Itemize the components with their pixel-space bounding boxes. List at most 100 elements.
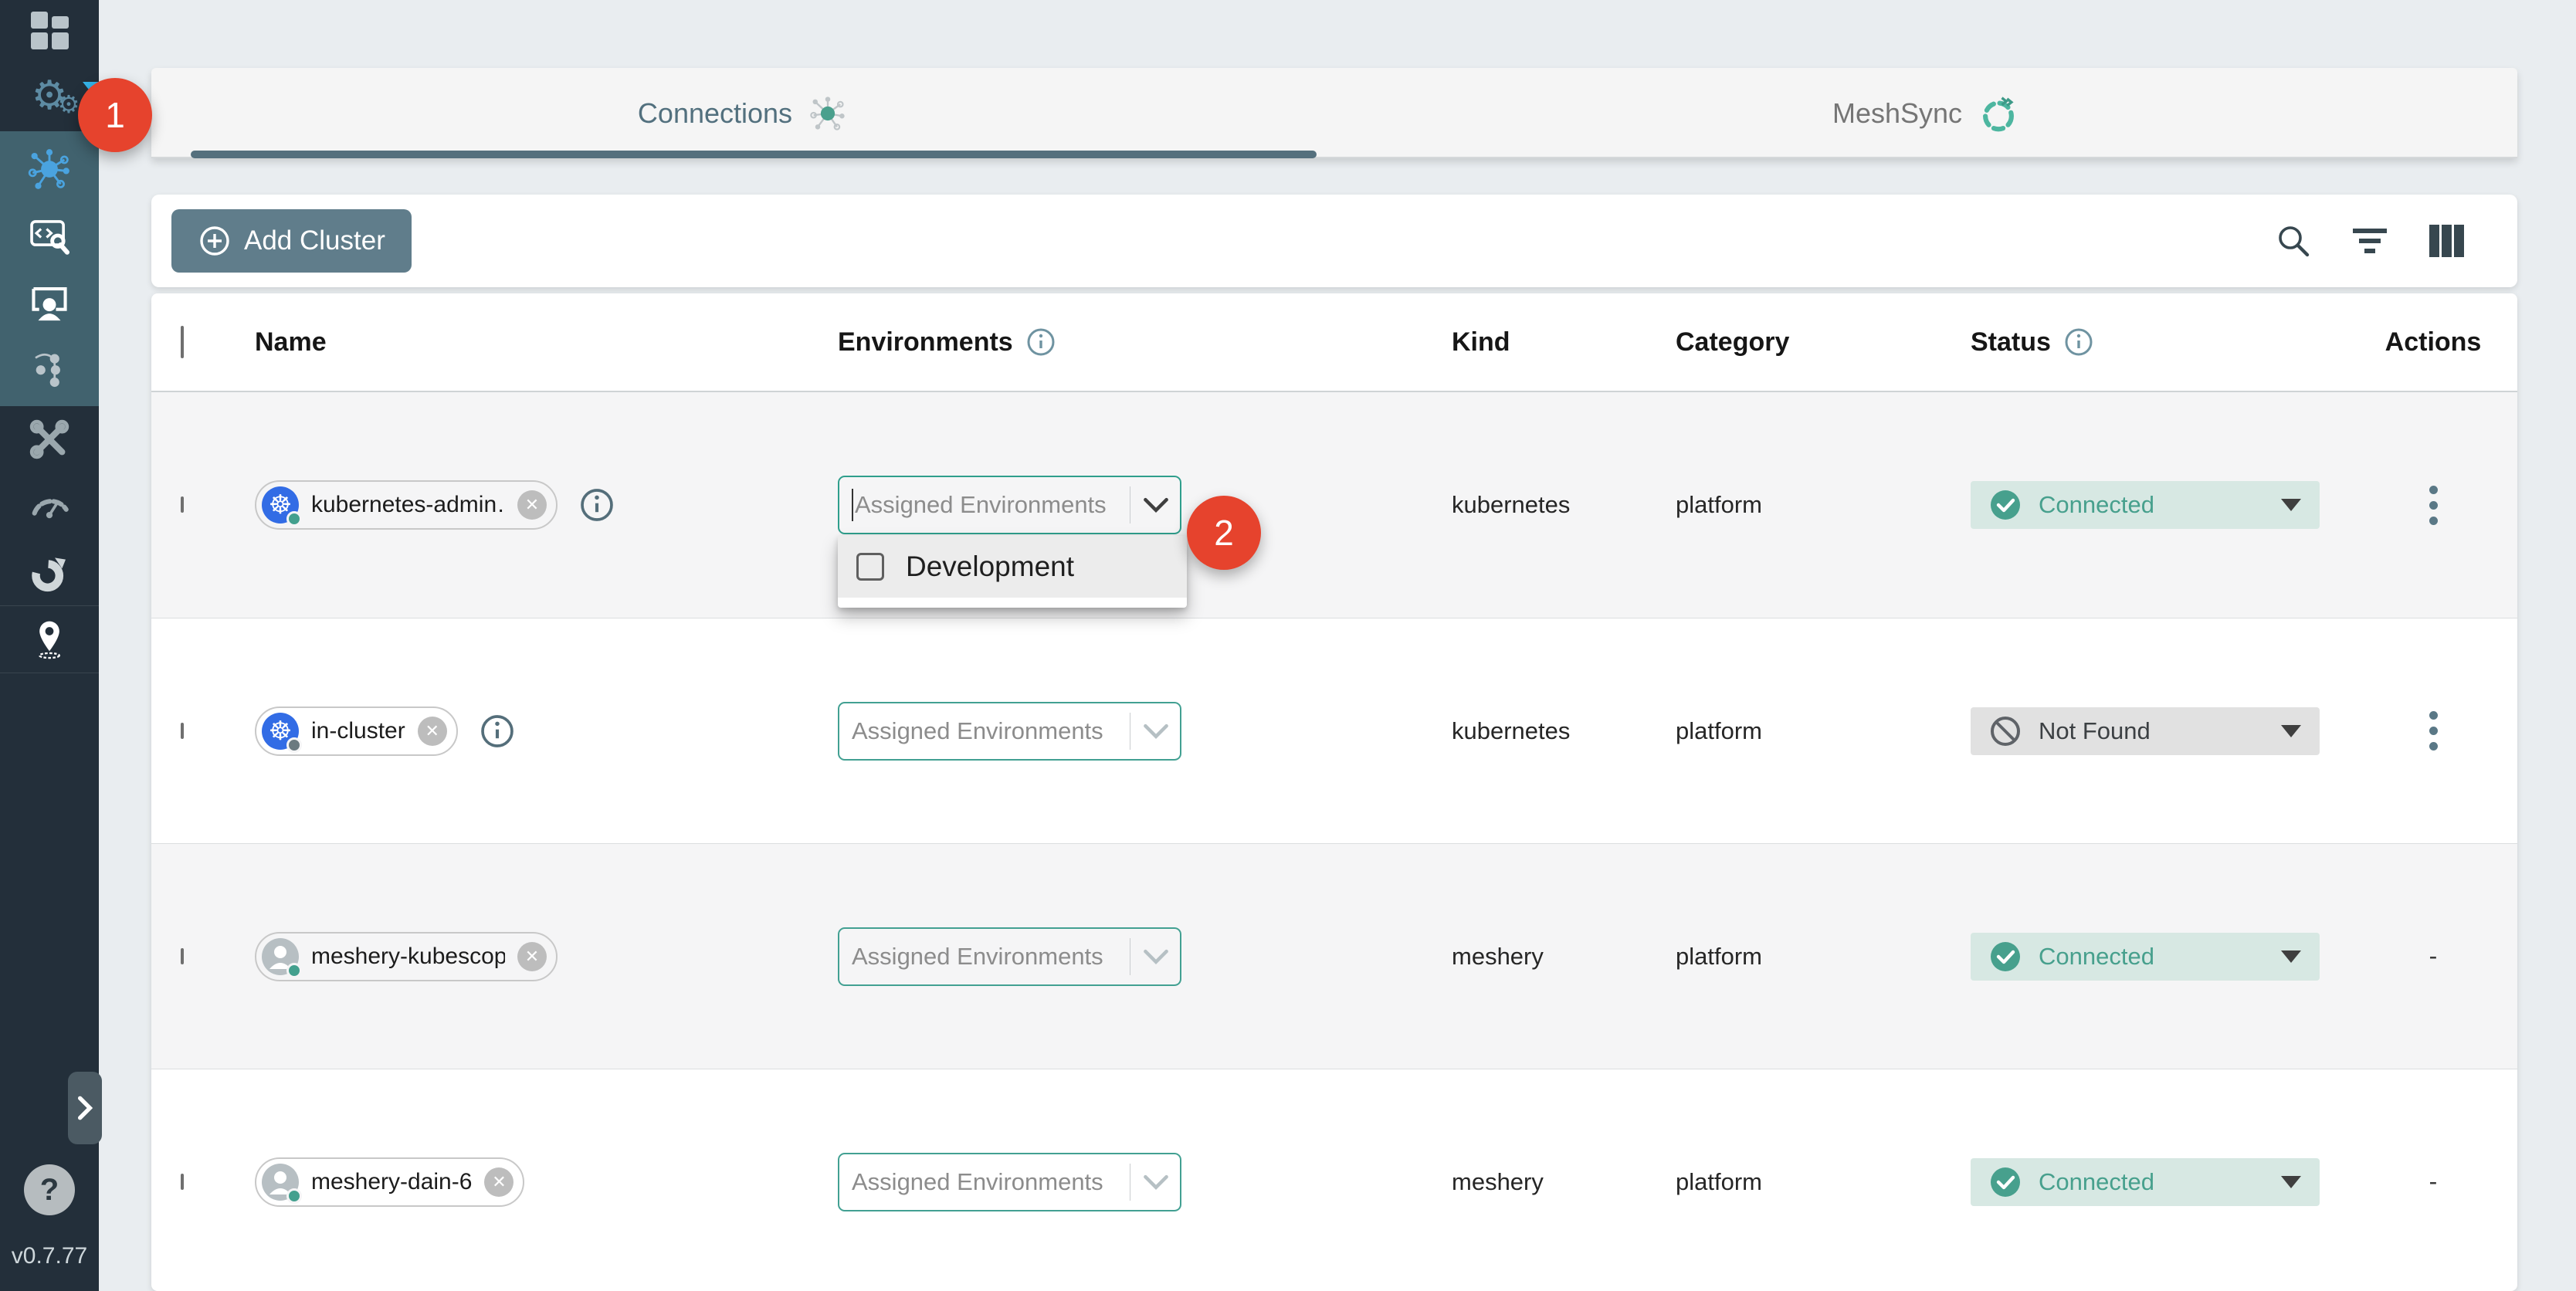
select-all-checkbox[interactable] (181, 326, 184, 358)
connection-info-button[interactable] (480, 713, 515, 749)
person-avatar-icon (262, 1164, 299, 1201)
row-checkbox[interactable] (181, 723, 184, 739)
connection-chip[interactable]: meshery-dain-6 ✕ (255, 1157, 524, 1207)
sidebar: ⚙⚙ (0, 0, 99, 1291)
status-dropdown-connected[interactable]: Connected (1971, 481, 2320, 529)
sidebar-item-lifecycle-connections[interactable] (0, 136, 99, 202)
search-icon (2275, 222, 2312, 259)
person-avatar-icon (262, 938, 299, 975)
info-icon[interactable] (1025, 327, 1056, 357)
mesh-lifecycle-icon (27, 147, 72, 191)
prohibit-icon (1989, 715, 2022, 747)
caret-down-icon (2281, 499, 2301, 511)
connection-chip[interactable]: ☸ kubernetes-admin… ✕ (255, 480, 558, 530)
tab-connections[interactable]: Connections (151, 68, 1334, 158)
sidebar-expand-button[interactable] (68, 1072, 102, 1144)
check-circle-icon (1989, 940, 2022, 973)
environments-select[interactable]: Assigned Environments (838, 476, 1181, 534)
table-row: ☸ in-cluster ✕ Assigned Environments (151, 618, 2517, 843)
status-label: Connected (2039, 491, 2154, 519)
row-checkbox[interactable] (181, 496, 184, 513)
status-dot (286, 511, 302, 527)
col-header-name: Name (255, 327, 327, 357)
table-row: ☸ kubernetes-admin… ✕ Assigned Environme… (151, 392, 2517, 618)
remove-connection-icon[interactable]: ✕ (484, 1167, 514, 1197)
category-value: platform (1676, 717, 1971, 745)
category-value: platform (1676, 943, 1971, 971)
tab-meshsync[interactable]: MeshSync (1334, 68, 2517, 158)
add-cluster-label: Add Cluster (244, 225, 385, 256)
code-wrench-icon (27, 213, 72, 258)
filter-button[interactable] (2351, 224, 2389, 258)
status-label: Not Found (2039, 717, 2151, 745)
extensions-gears-icon: ⚙⚙ (32, 76, 68, 116)
sidebar-item-environment-location[interactable] (0, 606, 99, 673)
row-actions-menu-button[interactable] (2423, 479, 2444, 531)
connection-name: kubernetes-admin… (311, 492, 505, 518)
connection-chip[interactable]: ☸ in-cluster ✕ (255, 706, 458, 756)
sidebar-item-remote-sessions[interactable] (0, 269, 99, 335)
sidebar-item-meshery-cloud[interactable] (0, 539, 99, 605)
option-checkbox[interactable] (856, 553, 884, 581)
sidebar-item-configuration[interactable] (0, 202, 99, 269)
status-dropdown-connected[interactable]: Connected (1971, 933, 2320, 981)
info-icon[interactable] (2063, 327, 2094, 357)
add-cluster-button[interactable]: Add Cluster (171, 209, 412, 273)
table-row: meshery-dain-6 ✕ Assigned Environments m… (151, 1069, 2517, 1291)
connection-info-button[interactable] (579, 487, 615, 523)
col-header-category: Category (1676, 327, 1789, 357)
environments-select[interactable]: Assigned Environments (838, 702, 1181, 761)
sidebar-item-performance[interactable] (0, 473, 99, 539)
connection-name: meshery-dain-6 (311, 1169, 472, 1195)
connections-table: Name Environments Kind Category Status (151, 293, 2517, 1291)
caret-down-icon (2281, 725, 2301, 737)
status-dropdown-connected[interactable]: Connected (1971, 1158, 2320, 1206)
kind-value: meshery (1452, 943, 1676, 971)
kind-value: kubernetes (1452, 717, 1676, 745)
tab-meshsync-label: MeshSync (1832, 97, 1962, 130)
environments-placeholder: Assigned Environments (852, 1168, 1103, 1196)
col-header-environments: Environments (838, 327, 1013, 357)
screen-person-icon (27, 280, 72, 324)
info-icon (480, 713, 515, 749)
info-icon (579, 487, 615, 523)
status-dot (286, 963, 302, 978)
active-tab-indicator (191, 151, 1317, 158)
meshery-logo-icon (28, 551, 71, 594)
status-label: Connected (2039, 1168, 2154, 1196)
view-columns-icon (2428, 223, 2466, 259)
sidebar-item-designs[interactable] (0, 335, 99, 402)
help-button[interactable]: ? (24, 1164, 75, 1215)
table-header-row: Name Environments Kind Category Status (151, 293, 2517, 392)
sidebar-item-dashboard[interactable] (0, 0, 99, 60)
row-checkbox[interactable] (181, 948, 184, 964)
remove-connection-icon[interactable]: ✕ (517, 490, 547, 520)
table-row: meshery-kubescop… ✕ Assigned Environment… (151, 843, 2517, 1069)
meshsync-spinner-icon (1978, 93, 2019, 134)
environments-placeholder: Assigned Environments (852, 943, 1103, 971)
designs-workflow-icon (29, 347, 70, 389)
connection-chip[interactable]: meshery-kubescop… ✕ (255, 932, 558, 981)
sidebar-active-group (0, 131, 99, 406)
chevron-down-icon[interactable] (1143, 1173, 1169, 1191)
row-checkbox[interactable] (181, 1174, 184, 1190)
remove-connection-icon[interactable]: ✕ (517, 942, 547, 971)
dropdown-option-development[interactable]: Development (838, 536, 1187, 598)
status-dropdown-notfound[interactable]: Not Found (1971, 707, 2320, 755)
row-actions-menu-button[interactable] (2423, 705, 2444, 757)
caret-down-icon (2281, 950, 2301, 963)
filter-icon (2351, 224, 2389, 258)
caret-down-icon (2281, 1176, 2301, 1188)
chevron-down-icon[interactable] (1143, 947, 1169, 966)
search-button[interactable] (2275, 222, 2312, 259)
remove-connection-icon[interactable]: ✕ (418, 717, 447, 746)
category-value: platform (1676, 491, 1971, 519)
app-version: v0.7.77 (12, 1243, 87, 1269)
chevron-down-icon[interactable] (1143, 496, 1169, 514)
view-columns-button[interactable] (2428, 223, 2466, 259)
chevron-down-icon[interactable] (1143, 722, 1169, 740)
no-actions-dash: - (2429, 1167, 2438, 1196)
environments-select[interactable]: Assigned Environments (838, 1153, 1181, 1211)
environments-select[interactable]: Assigned Environments (838, 927, 1181, 986)
sidebar-item-toolkit[interactable] (0, 406, 99, 473)
